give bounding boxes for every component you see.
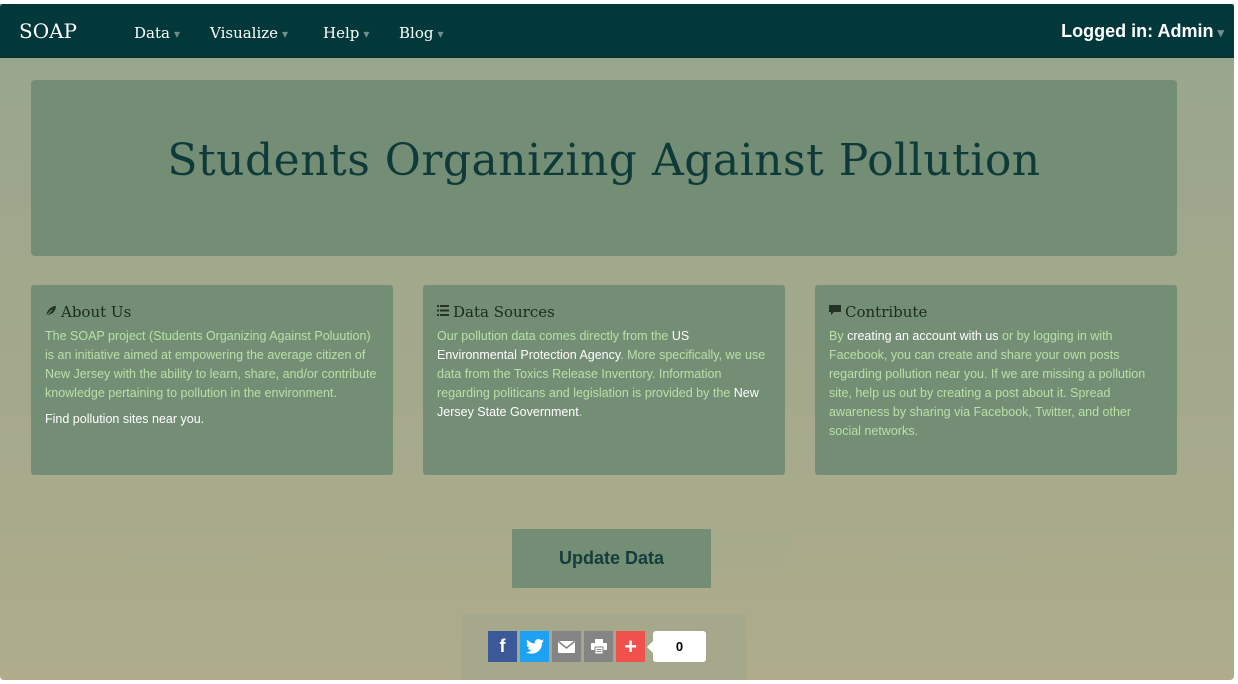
print-share-button[interactable] [584,631,613,662]
share-bar: f + 0 [488,631,706,662]
about-header: About Us [45,303,379,321]
sources-text-3: . [578,405,583,419]
user-menu[interactable]: Logged in: Admin ▾ [1061,21,1224,42]
sources-title: Data Sources [453,303,555,321]
nav-data-label: Data [134,24,170,42]
comment-icon [829,305,843,319]
contribute-body: By creating an account with us or by log… [829,327,1163,441]
nav-visualize-menu[interactable]: Visualize ▾ [210,24,288,42]
navbar: SOAP Data ▾ Visualize ▾ Help ▾ Blog ▾ Logged… [0,4,1234,58]
nav-visualize-label: Visualize [210,24,279,42]
facebook-icon: f [499,636,506,656]
nav-data-menu[interactable]: Data ▾ [134,24,180,42]
sources-text-1: Our pollution data comes directly from t… [437,329,672,343]
nav-help-menu[interactable]: Help ▾ [323,24,369,42]
list-icon [437,305,451,319]
printer-icon [590,639,607,654]
contribute-header: Contribute [829,303,1163,321]
caret-down-icon: ▾ [437,27,444,41]
caret-down-icon: ▾ [282,27,289,41]
leaf-icon [45,305,59,320]
contribute-text-1: By [829,329,848,343]
twitter-icon [525,639,544,654]
about-title: About Us [61,303,132,321]
create-account-link[interactable]: creating an account with us [847,329,998,343]
caret-down-icon: ▾ [363,27,370,41]
brand-logo[interactable]: SOAP [19,19,77,43]
about-panel: About Us The SOAP project (Students Orga… [31,285,393,475]
nav-help-label: Help [323,24,360,42]
facebook-share-button[interactable]: f [488,631,517,662]
sources-body: Our pollution data comes directly from t… [437,327,771,422]
contribute-title: Contribute [845,303,928,321]
user-label: Logged in: Admin [1061,21,1214,41]
twitter-share-button[interactable] [520,631,549,662]
page-frame: SOAP Data ▾ Visualize ▾ Help ▾ Blog ▾ Logged… [0,4,1234,680]
update-data-button[interactable]: Update Data [512,529,711,588]
caret-down-icon: ▾ [173,27,180,41]
find-sites-link[interactable]: Find pollution sites near you. [45,412,204,426]
nav-blog-label: Blog [399,24,434,42]
nav-blog-menu[interactable]: Blog ▾ [399,24,443,42]
caret-down-icon: ▾ [1217,25,1224,40]
contribute-text-2: or by logging in with Facebook, you can … [829,329,1146,438]
email-share-button[interactable] [552,631,581,662]
share-count: 0 [647,631,706,662]
data-sources-panel: Data Sources Our pollution data comes di… [423,285,785,475]
plus-icon: + [624,633,637,659]
hero-title: Students Organizing Against Pollution [167,135,1041,186]
contribute-panel: Contribute By creating an account with u… [815,285,1177,475]
envelope-icon [558,640,575,653]
hero-banner: Students Organizing Against Pollution [31,80,1177,256]
sources-header: Data Sources [437,303,771,321]
about-body: The SOAP project (Students Organizing Ag… [45,329,377,400]
button-shadow [711,535,789,573]
more-share-button[interactable]: + [616,631,645,662]
